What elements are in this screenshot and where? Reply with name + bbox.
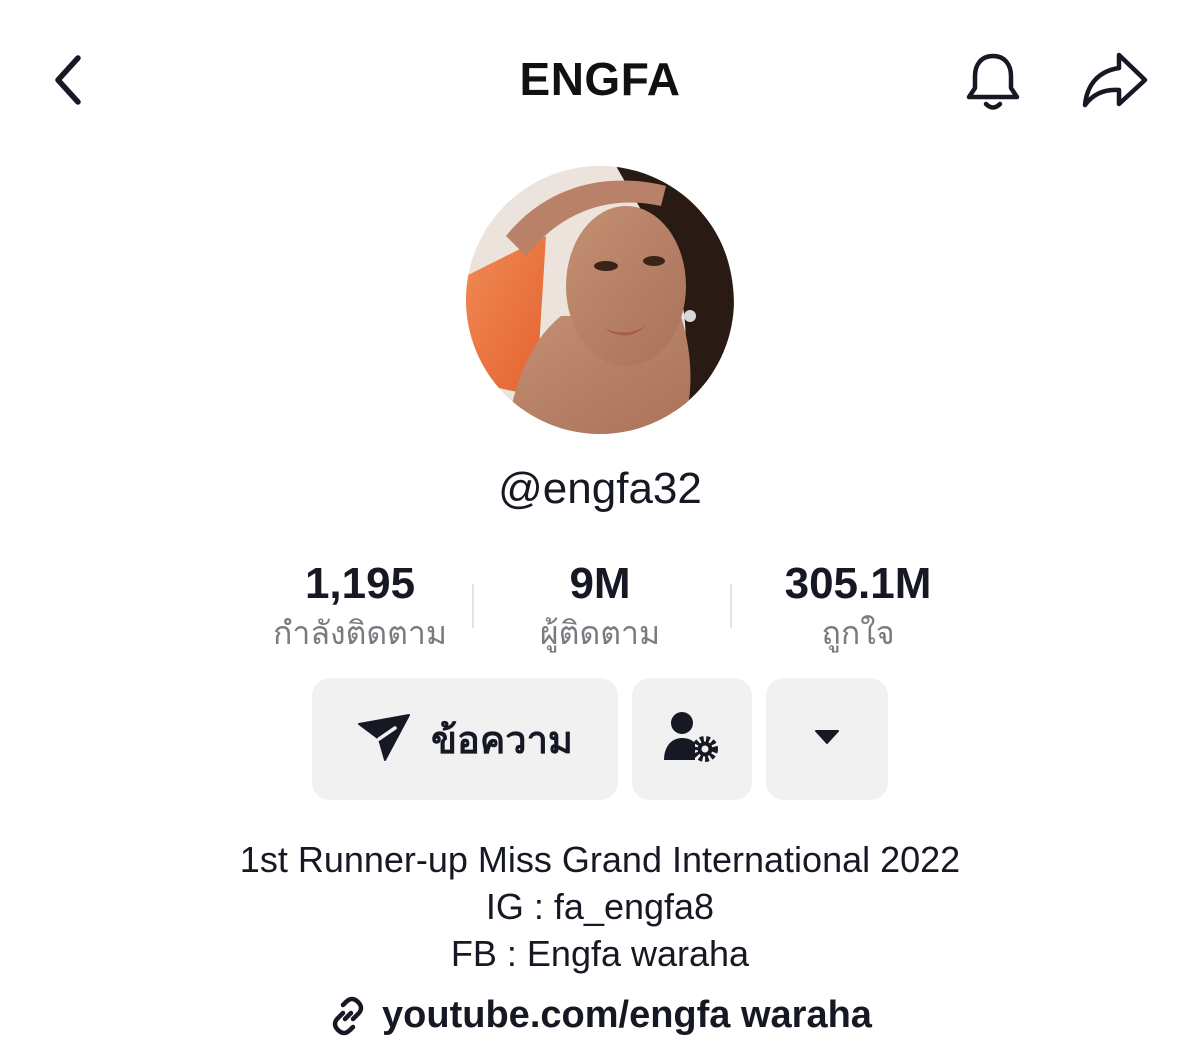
notification-button[interactable] (955, 46, 1031, 122)
message-button[interactable]: ข้อความ (312, 678, 618, 800)
send-icon (357, 712, 411, 767)
share-button[interactable] (1075, 44, 1155, 120)
followers-stat[interactable]: 9M ผู้ติดตาม (480, 556, 720, 654)
stat-divider (472, 584, 474, 628)
profile-link[interactable]: youtube.com/engfa waraha (0, 994, 1200, 1037)
profile-stats: 1,195 กำลังติดตาม 9M ผู้ติดตาม 305.1M ถู… (240, 556, 960, 656)
bell-icon (962, 50, 1024, 119)
profile-bio: 1st Runner-up Miss Grand International 2… (0, 836, 1200, 977)
profile-link-text: youtube.com/engfa waraha (382, 994, 872, 1036)
profile-avatar[interactable] (466, 166, 734, 434)
user-settings-button[interactable] (632, 678, 752, 800)
user-settings-icon (662, 710, 722, 769)
likes-label: ถูกใจ (821, 615, 895, 651)
following-label: กำลังติดตาม (273, 615, 447, 651)
caret-down-icon (814, 729, 840, 750)
followers-label: ผู้ติดตาม (539, 615, 661, 651)
followers-count: 9M (569, 559, 631, 608)
more-options-button[interactable] (766, 678, 888, 800)
username: @engfa32 (498, 464, 702, 513)
bio-line: FB : Engfa waraha (450, 933, 750, 974)
following-count: 1,195 (304, 559, 416, 608)
message-button-label: ข้อความ (431, 719, 573, 762)
link-icon (328, 996, 368, 1036)
likes-stat[interactable]: 305.1M ถูกใจ (738, 556, 978, 654)
bio-line: 1st Runner-up Miss Grand International 2… (239, 839, 961, 880)
likes-count: 305.1M (784, 559, 932, 608)
stat-divider (730, 584, 732, 628)
share-arrow-icon (1080, 49, 1150, 116)
following-stat[interactable]: 1,195 กำลังติดตาม (240, 556, 480, 654)
bio-line: IG : fa_engfa8 (485, 886, 715, 927)
profile-photo (466, 166, 734, 434)
